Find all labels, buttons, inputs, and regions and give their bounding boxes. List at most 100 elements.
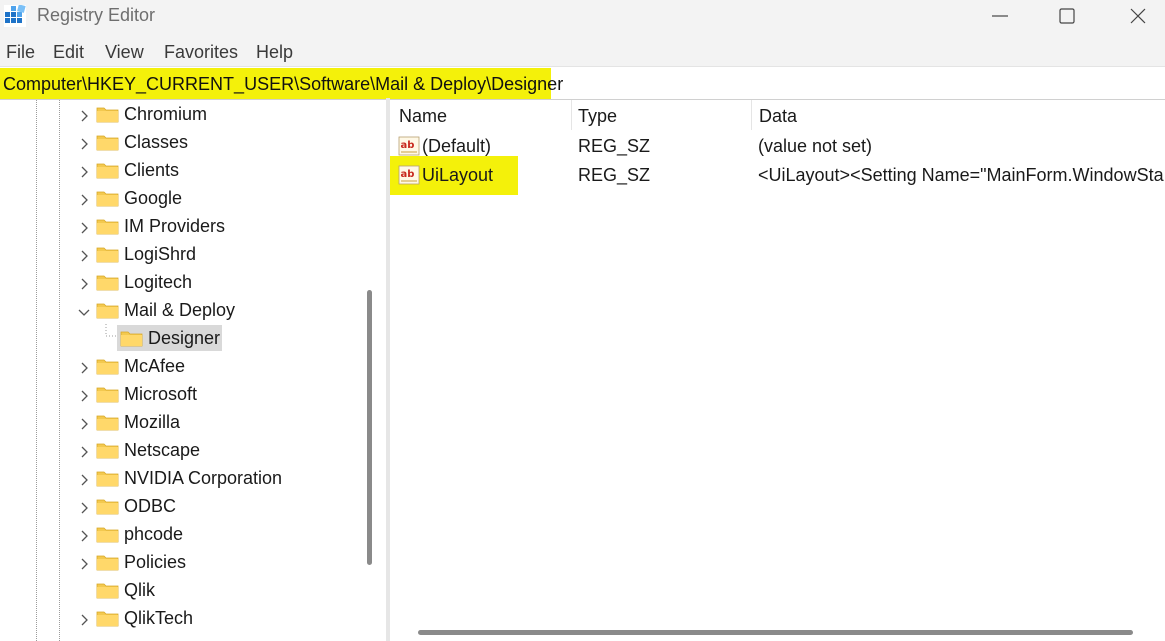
- folder-icon: [96, 609, 119, 627]
- tree-item[interactable]: McAfee: [0, 352, 360, 380]
- title-bar: Registry Editor: [0, 0, 1165, 34]
- value-row[interactable]: ab (Default) REG_SZ (value not set): [390, 132, 1165, 161]
- registry-editor-icon: [4, 4, 26, 27]
- window-title: Registry Editor: [37, 5, 156, 25]
- value-data: <UiLayout><Setting Name="MainForm.Window…: [758, 165, 1164, 185]
- menu-bar: File Edit View Favorites Help: [0, 34, 1165, 66]
- values-hscrollbar-thumb[interactable]: [418, 630, 1133, 635]
- expand-chevron-icon[interactable]: [77, 163, 91, 178]
- tree-item-label: Qlik: [124, 580, 155, 600]
- expand-chevron-icon[interactable]: [77, 443, 91, 458]
- tree-item[interactable]: Mozilla: [0, 408, 360, 436]
- expand-chevron-icon[interactable]: [77, 107, 91, 122]
- tree-item[interactable]: Mail & Deploy: [0, 296, 360, 324]
- column-header-type[interactable]: Type: [578, 106, 617, 126]
- tree-item[interactable]: Netscape: [0, 436, 360, 464]
- minimize-button[interactable]: [980, 3, 1020, 29]
- tree-item[interactable]: Logitech: [0, 268, 360, 296]
- folder-icon: [96, 413, 119, 431]
- expand-chevron-icon[interactable]: [77, 219, 91, 234]
- maximize-button[interactable]: [1047, 3, 1087, 29]
- tree-item[interactable]: LogiShrd: [0, 240, 360, 268]
- tree-item-label: LogiShrd: [124, 244, 197, 264]
- expand-chevron-icon[interactable]: [77, 275, 91, 290]
- menu-favorites[interactable]: Favorites: [164, 42, 238, 62]
- expand-chevron-icon[interactable]: [77, 191, 91, 206]
- value-type: REG_SZ: [578, 165, 651, 185]
- menu-view[interactable]: View: [105, 42, 144, 62]
- tree-item-label: ODBC: [124, 496, 177, 516]
- folder-icon: [96, 553, 119, 571]
- tree-item-label: McAfee: [124, 356, 186, 376]
- expand-chevron-icon[interactable]: [77, 359, 91, 374]
- column-divider[interactable]: [751, 100, 752, 130]
- folder-icon: [96, 189, 119, 207]
- maximize-icon: [1059, 8, 1075, 24]
- expand-chevron-icon[interactable]: [77, 415, 91, 430]
- folder-icon: [96, 357, 119, 375]
- folder-icon: [96, 525, 119, 543]
- tree-item[interactable]: IM Providers: [0, 212, 360, 240]
- tree-item[interactable]: NVIDIA Corporation: [0, 464, 360, 492]
- menu-edit[interactable]: Edit: [53, 42, 84, 62]
- tree-item-label: Chromium: [124, 104, 208, 124]
- value-row[interactable]: ab UiLayout REG_SZ <UiLayout><Setting Name=…: [390, 161, 1165, 190]
- tree-item[interactable]: phcode: [0, 520, 360, 548]
- minimize-icon: [992, 15, 1008, 17]
- tree-item[interactable]: QlikTech: [0, 604, 360, 632]
- tree-item[interactable]: Clients: [0, 156, 360, 184]
- expand-chevron-icon[interactable]: [77, 471, 91, 486]
- tree-item[interactable]: Google: [0, 184, 360, 212]
- address-bar[interactable]: Computer\HKEY_CURRENT_USER\Software\Mail…: [0, 66, 1165, 100]
- folder-icon: [96, 385, 119, 403]
- expand-chevron-icon[interactable]: [77, 611, 91, 626]
- expand-chevron-icon[interactable]: [77, 247, 91, 262]
- folder-icon: [96, 497, 119, 515]
- folder-icon: [96, 245, 119, 263]
- tree-item-label: Classes: [124, 132, 189, 152]
- value-name: UiLayout: [422, 165, 494, 185]
- tree-item-label: Designer: [148, 328, 221, 348]
- column-header-data[interactable]: Data: [759, 106, 797, 126]
- tree-item-label: Clients: [124, 160, 180, 180]
- folder-icon: [96, 273, 119, 291]
- tree-item[interactable]: Designer: [0, 324, 360, 352]
- values-list[interactable]: Name Type Data ab (Default) REG_SZ (value n…: [390, 100, 1165, 641]
- close-icon: [1130, 8, 1146, 24]
- tree-item-label: Mozilla: [124, 412, 181, 432]
- svg-text:ab: ab: [401, 169, 415, 180]
- value-name: (Default): [422, 136, 492, 156]
- tree-item-label: IM Providers: [124, 216, 226, 236]
- tree-item-label: Mail & Deploy: [124, 300, 236, 320]
- folder-icon: [120, 329, 143, 347]
- close-button[interactable]: [1118, 3, 1158, 29]
- folder-icon: [96, 301, 119, 319]
- expand-chevron-icon[interactable]: [77, 527, 91, 542]
- tree-item[interactable]: Classes: [0, 128, 360, 156]
- key-tree[interactable]: Chromium Classes Clients Google IM Providers…: [0, 100, 386, 641]
- folder-icon: [96, 133, 119, 151]
- tree-connector: [105, 324, 118, 337]
- value-data: (value not set): [758, 136, 873, 156]
- expand-chevron-icon[interactable]: [77, 499, 91, 514]
- tree-item-label: QlikTech: [124, 608, 194, 628]
- expand-chevron-icon[interactable]: [77, 135, 91, 150]
- address-path[interactable]: Computer\HKEY_CURRENT_USER\Software\Mail…: [3, 74, 563, 94]
- menu-file[interactable]: File: [6, 42, 35, 62]
- expand-chevron-icon[interactable]: [77, 555, 91, 570]
- tree-item[interactable]: Microsoft: [0, 380, 360, 408]
- expand-chevron-icon[interactable]: [77, 387, 91, 402]
- column-divider[interactable]: [571, 100, 572, 130]
- tree-item-label: Policies: [124, 552, 187, 572]
- tree-item[interactable]: Chromium: [0, 100, 360, 128]
- folder-icon: [96, 441, 119, 459]
- collapse-chevron-icon[interactable]: [77, 303, 91, 317]
- folder-icon: [96, 217, 119, 235]
- svg-text:ab: ab: [401, 140, 415, 151]
- tree-item[interactable]: Qlik: [0, 576, 360, 604]
- tree-item[interactable]: ODBC: [0, 492, 360, 520]
- column-header-name[interactable]: Name: [399, 106, 447, 126]
- tree-scrollbar-thumb[interactable]: [367, 290, 372, 565]
- menu-help[interactable]: Help: [256, 42, 293, 62]
- tree-item[interactable]: Policies: [0, 548, 360, 576]
